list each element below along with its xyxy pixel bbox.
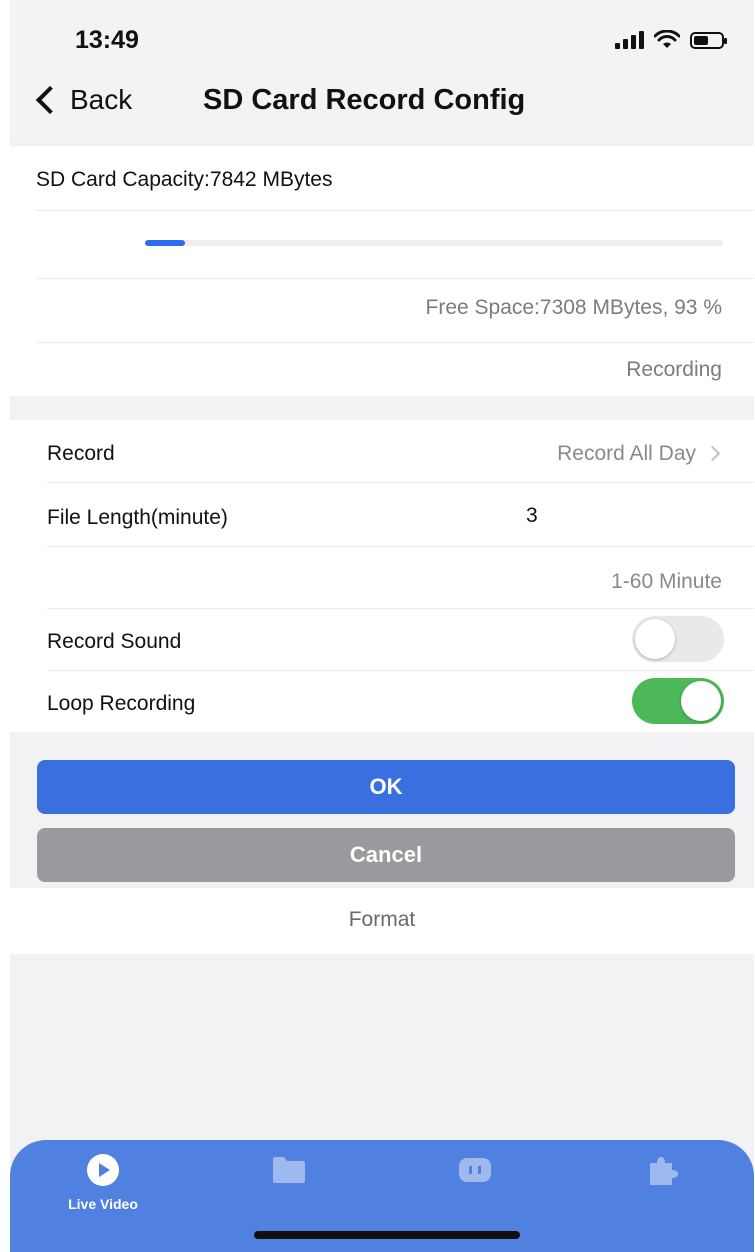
toggle-knob	[635, 619, 675, 659]
status-icons	[615, 30, 727, 50]
toggle-knob	[681, 681, 721, 721]
battery-icon	[690, 31, 727, 49]
record-sound-row: Record Sound	[10, 608, 754, 670]
storage-progress-bar	[145, 240, 723, 246]
divider	[36, 278, 754, 279]
nav-bar: Back SD Card Record Config	[10, 78, 754, 140]
tab-label: Live Video	[68, 1196, 138, 1212]
recording-status: Recording	[626, 358, 722, 381]
file-length-hint-row: 1-60 Minute	[10, 546, 754, 608]
wifi-icon	[654, 30, 680, 48]
play-icon	[85, 1152, 121, 1188]
status-bar: 13:49	[10, 0, 754, 78]
back-button[interactable]: Back	[34, 84, 132, 116]
page-title: SD Card Record Config	[203, 84, 526, 116]
battery-level	[694, 35, 709, 45]
puzzle-icon	[643, 1152, 679, 1188]
folder-icon	[271, 1152, 307, 1188]
tab-live-video[interactable]: Live Video	[10, 1140, 196, 1252]
capacity-label: SD Card Capacity:7842 MBytes	[36, 168, 333, 191]
settings-card: Record Record All Day File Length(minute…	[10, 420, 754, 732]
chevron-left-icon	[35, 85, 65, 115]
format-area: Format	[10, 888, 754, 954]
loop-recording-label: Loop Recording	[47, 692, 196, 715]
record-mode-label: Record	[47, 442, 115, 465]
record-mode-value: Record All Day	[557, 442, 696, 465]
capacity-card: SD Card Capacity:7842 MBytes Free Space:…	[10, 146, 754, 396]
storage-progress-fill	[145, 240, 186, 246]
back-label: Back	[70, 84, 133, 115]
format-button[interactable]: Format	[10, 908, 754, 932]
ok-button[interactable]: OK	[37, 760, 735, 814]
file-length-label: File Length(minute)	[47, 506, 228, 529]
loop-recording-row: Loop Recording	[10, 670, 754, 732]
free-space-text: Free Space:7308 MBytes, 93 %	[425, 296, 723, 319]
file-length-hint: 1-60 Minute	[611, 570, 722, 593]
divider	[36, 342, 754, 343]
divider	[36, 210, 754, 211]
phone-screen: 13:49 Back SD Card Record Config SD Card…	[10, 0, 754, 1252]
record-sound-label: Record Sound	[47, 630, 182, 653]
home-indicator	[254, 1231, 520, 1239]
tab-settings[interactable]	[568, 1140, 754, 1252]
loop-recording-toggle[interactable]	[632, 678, 724, 724]
chevron-right-icon	[704, 445, 721, 462]
message-icon	[457, 1152, 493, 1188]
status-time: 13:49	[75, 26, 139, 54]
file-length-input[interactable]	[526, 504, 626, 528]
signal-icon	[615, 31, 644, 49]
record-sound-toggle[interactable]	[632, 616, 724, 662]
record-mode-row[interactable]: Record Record All Day	[10, 420, 754, 482]
file-length-row: File Length(minute)	[10, 482, 754, 544]
cancel-button[interactable]: Cancel	[37, 828, 735, 882]
